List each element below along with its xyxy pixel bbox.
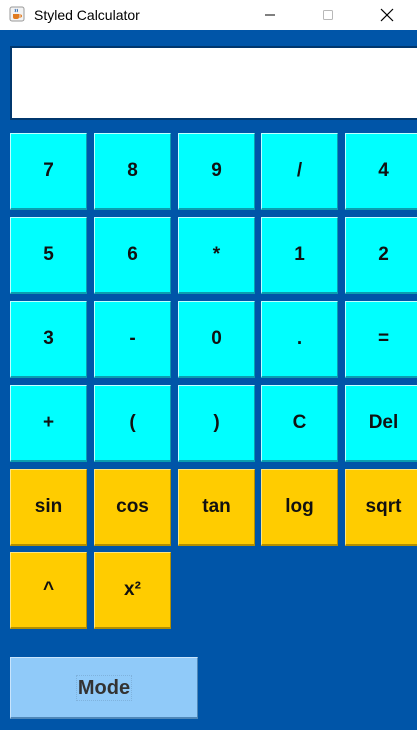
calculator-display[interactable] [10,46,417,120]
key-6-button[interactable]: 6 [94,217,171,294]
key-multiply-button[interactable]: * [178,217,255,294]
key-minus-button[interactable]: - [94,301,171,378]
key-clear-button[interactable]: C [261,385,338,462]
key-5-button[interactable]: 5 [10,217,87,294]
key-plus-button[interactable]: + [10,385,87,462]
key-close-paren-button[interactable]: ) [178,385,255,462]
key-sin-button[interactable]: sin [10,469,87,546]
key-1-button[interactable]: 1 [261,217,338,294]
minimize-icon [265,14,275,16]
mode-button[interactable]: Mode [10,657,198,719]
maximize-button[interactable] [299,0,357,30]
key-decimal-button[interactable]: . [261,301,338,378]
key-9-button[interactable]: 9 [178,133,255,210]
key-divide-button[interactable]: / [261,133,338,210]
key-delete-button[interactable]: Del [345,385,417,462]
title-bar: Styled Calculator [0,0,417,30]
key-cos-button[interactable]: cos [94,469,171,546]
key-0-button[interactable]: 0 [178,301,255,378]
key-log-button[interactable]: log [261,469,338,546]
minimize-button[interactable] [241,0,299,30]
mode-button-label: Mode [75,674,133,701]
key-8-button[interactable]: 8 [94,133,171,210]
key-open-paren-button[interactable]: ( [94,385,171,462]
calculator-panel: 7 8 9/4 5 6 * 1 2 3-0. = +() C Del sin cos tan log sqrt ^ x… [0,30,417,730]
key-2-button[interactable]: 2 [345,217,417,294]
window-title: Styled Calculator [34,7,140,23]
java-cup-icon [9,6,25,22]
key-4-button[interactable]: 4 [345,133,417,210]
close-icon [380,8,394,22]
key-equals-button[interactable]: = [345,301,417,378]
key-7-button[interactable]: 7 [10,133,87,210]
key-square-button[interactable]: x² [94,552,171,629]
key-tan-button[interactable]: tan [178,469,255,546]
key-3-button[interactable]: 3 [10,301,87,378]
maximize-icon [323,10,333,20]
key-sqrt-button[interactable]: sqrt [345,469,417,546]
key-power-button[interactable]: ^ [10,552,87,629]
close-button[interactable] [358,0,416,30]
